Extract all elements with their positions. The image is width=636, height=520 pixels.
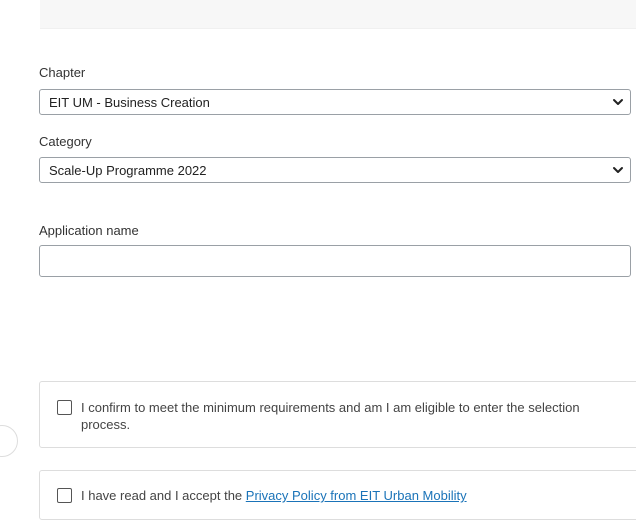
- requirements-checkbox[interactable]: [57, 400, 72, 415]
- chevron-down-icon: [613, 167, 623, 173]
- privacy-consent-box: I have read and I accept the Privacy Pol…: [39, 470, 636, 520]
- chapter-select-value: EIT UM - Business Creation: [49, 94, 210, 110]
- application-name-label: Application name: [39, 223, 139, 238]
- chapter-label: Chapter: [39, 65, 86, 80]
- top-panel: [40, 0, 636, 29]
- privacy-consent-text: I have read and I accept the Privacy Pol…: [81, 487, 618, 504]
- privacy-consent-prefix: I have read and I accept the: [81, 488, 246, 503]
- privacy-policy-link[interactable]: Privacy Policy from EIT Urban Mobility: [246, 488, 467, 503]
- category-select-value: Scale-Up Programme 2022: [49, 162, 207, 178]
- category-label: Category: [39, 134, 92, 149]
- category-select[interactable]: Scale-Up Programme 2022: [39, 157, 631, 183]
- chevron-down-icon: [613, 99, 623, 105]
- privacy-checkbox[interactable]: [57, 488, 72, 503]
- side-handle[interactable]: [0, 425, 18, 457]
- requirements-consent-box: I confirm to meet the minimum requiremen…: [39, 381, 636, 448]
- requirements-consent-text: I confirm to meet the minimum requiremen…: [81, 400, 580, 432]
- application-name-input[interactable]: [39, 245, 631, 277]
- chapter-select[interactable]: EIT UM - Business Creation: [39, 89, 631, 115]
